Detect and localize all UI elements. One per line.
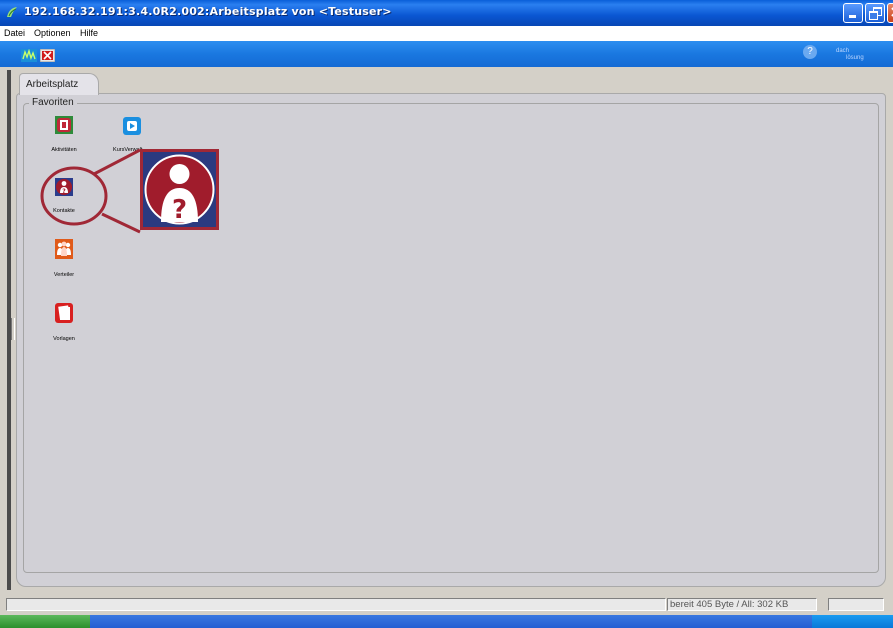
tab-label: Arbeitsplatz bbox=[26, 79, 79, 90]
menu-datei[interactable]: Datei bbox=[4, 28, 25, 38]
network-icon[interactable] bbox=[21, 49, 37, 62]
status-field-extra bbox=[828, 598, 884, 611]
tab-arbeitsplatz[interactable]: Arbeitsplatz bbox=[19, 73, 99, 95]
restore-button[interactable] bbox=[865, 3, 885, 23]
favorite-label: Vorlagen bbox=[53, 336, 75, 342]
exit-icon[interactable] bbox=[40, 49, 55, 62]
course-icon bbox=[123, 117, 141, 135]
menu-bar: Datei Optionen Hilfe bbox=[0, 26, 893, 41]
system-tray bbox=[812, 615, 893, 628]
logo-line-1: dach bbox=[836, 48, 850, 54]
help-icon[interactable]: ? bbox=[803, 45, 817, 59]
title-bar[interactable]: 192.168.32.191:3.4.0R2.002:Arbeitsplatz … bbox=[0, 0, 893, 26]
favorite-label: Verteiler bbox=[53, 272, 75, 278]
close-icon bbox=[891, 7, 893, 17]
close-button[interactable] bbox=[887, 3, 893, 23]
favorites-legend: Favoriten bbox=[29, 97, 77, 108]
toolbar bbox=[0, 41, 893, 67]
contact-icon: ? bbox=[144, 154, 215, 225]
activities-icon bbox=[55, 116, 73, 134]
distribution-icon bbox=[55, 239, 73, 259]
logo-line-2: lösung bbox=[846, 55, 864, 61]
app-icon bbox=[7, 7, 17, 17]
menu-optionen[interactable]: Optionen bbox=[34, 28, 71, 38]
status-field-main bbox=[6, 598, 666, 611]
zoomed-contact-icon: ? bbox=[140, 149, 219, 230]
window-title: 192.168.32.191:3.4.0R2.002:Arbeitsplatz … bbox=[24, 5, 392, 18]
status-memory-text: bereit 405 Byte / All: 302 KB bbox=[670, 599, 789, 610]
templates-icon bbox=[55, 303, 73, 323]
svg-text:?: ? bbox=[172, 195, 187, 225]
taskbar bbox=[0, 615, 893, 628]
menu-hilfe[interactable]: Hilfe bbox=[80, 28, 98, 38]
favorite-verteiler[interactable]: Verteiler bbox=[46, 238, 82, 282]
minimize-button[interactable] bbox=[843, 3, 863, 23]
favorite-vorlagen[interactable]: Vorlagen bbox=[46, 302, 82, 346]
start-button[interactable] bbox=[0, 615, 90, 628]
splitter-grip[interactable] bbox=[11, 318, 15, 340]
brand-logo: dach lösung bbox=[836, 48, 864, 62]
